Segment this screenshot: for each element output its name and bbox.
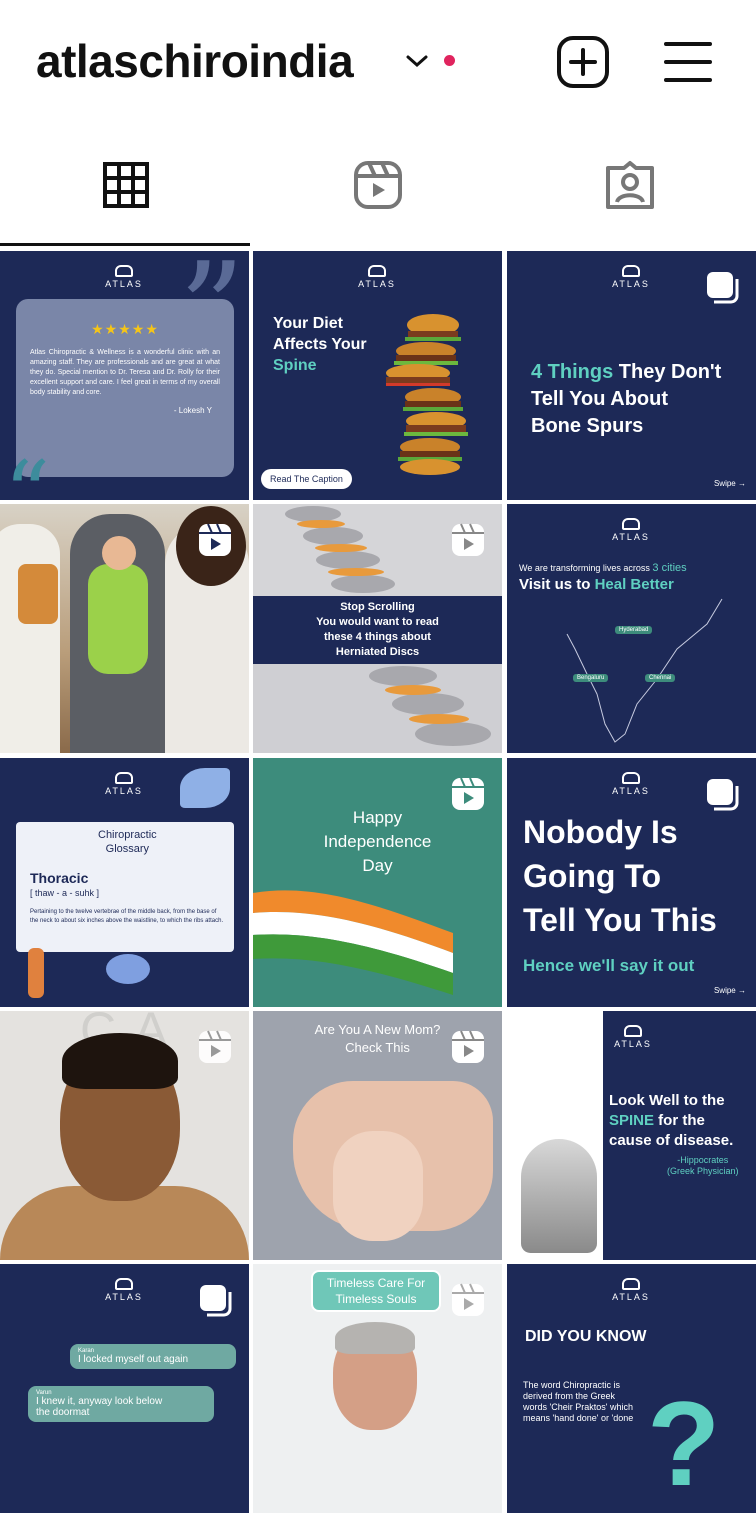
glossary-term: Thoracic (30, 870, 89, 886)
city-bengaluru: Bengaluru (573, 674, 609, 682)
india-map-outline (566, 598, 723, 743)
spine-image-bottom (253, 664, 502, 753)
reel-icon (452, 1283, 484, 1316)
atlas-logo: ATLAS (601, 772, 661, 796)
burger-stack-image (386, 314, 468, 475)
atlas-logo: ATLAS (601, 1278, 661, 1302)
post-bone-spurs[interactable]: ATLAS 4 Things They Don't Tell You About… (507, 251, 756, 500)
review-author: - Lokesh Y (173, 406, 212, 415)
atlas-logo: ATLAS (94, 772, 154, 796)
carousel-icon (707, 272, 739, 304)
tab-posts[interactable] (0, 122, 252, 248)
swipe-hint: Swipe → (713, 986, 746, 995)
question-mark-graphic: ? (647, 1377, 721, 1511)
tiger-shirt-print (18, 564, 58, 624)
city-chennai: Chennai (645, 674, 676, 682)
grid-icon (103, 162, 149, 208)
carousel-icon (707, 779, 739, 811)
notification-dot (444, 55, 455, 66)
post-family-photo[interactable] (0, 504, 249, 753)
bust-statue (521, 1139, 597, 1253)
post-nobody-tells[interactable]: ATLAS Nobody Is Going To Tell You This H… (507, 758, 756, 1007)
post-locked-out[interactable]: ATLAS Karan I locked myself out again Va… (0, 1264, 249, 1513)
person-hair (62, 1033, 178, 1089)
post-headline: DID YOU KNOW (525, 1328, 647, 1345)
leaf-decoration-blue (106, 954, 150, 984)
post-headline: Timeless Care For Timeless Souls (311, 1270, 441, 1312)
post-body: The word Chiropractic is derived from th… (523, 1380, 634, 1423)
post-timeless-care[interactable]: Timeless Care For Timeless Souls (253, 1264, 502, 1513)
open-quote-icon: “ (4, 442, 51, 501)
post-subheadline: Hence we'll say it out (523, 956, 695, 975)
post-did-you-know[interactable]: ATLAS DID YOU KNOW The word Chiropractic… (507, 1264, 756, 1513)
account-username[interactable]: atlaschiroindia (36, 34, 354, 88)
reel-icon (452, 523, 484, 556)
create-post-icon[interactable] (555, 34, 611, 90)
reels-icon (354, 161, 402, 209)
visit-headline: Visit us to Heal Better (519, 576, 674, 593)
atlas-logo: ATLAS (601, 265, 661, 289)
reel-icon (199, 1030, 231, 1063)
chat-bubble-varun: Varun I knew it, anyway look below the d… (28, 1386, 214, 1422)
atlas-logo: ATLAS (94, 265, 154, 289)
baby-face (102, 536, 136, 570)
profile-tabs (0, 122, 756, 248)
baby-hand (333, 1131, 423, 1241)
post-independence-day[interactable]: Happy Independence Day (253, 758, 502, 1007)
glossary-card: Chiropractic Glossary Thoracic [ thaw - … (16, 822, 234, 952)
tab-tagged[interactable] (504, 122, 756, 248)
post-glossary-thoracic[interactable]: ATLAS Chiropractic Glossary Thoracic [ t… (0, 758, 249, 1007)
smiling-man-hair (335, 1322, 415, 1354)
post-headline: Happy Independence Day (323, 808, 432, 875)
atlas-logo: ATLAS (94, 1278, 154, 1302)
atlas-logo: ATLAS (347, 265, 407, 289)
swipe-hint: Swipe → (713, 479, 746, 488)
tagged-icon (606, 161, 654, 209)
glossary-definition: Pertaining to the twelve vertebrae of th… (30, 909, 224, 924)
post-hippocrates[interactable]: ATLAS Look Well to the SPINE for the cau… (507, 1011, 756, 1260)
post-video-testimonial[interactable]: CA (0, 1011, 249, 1260)
reel-icon (452, 1030, 484, 1063)
quote-text: Look Well to the SPINE for the cause of … (609, 1092, 734, 1149)
review-text: Atlas Chiropractic & Wellness is a wonde… (30, 349, 220, 396)
reel-icon (199, 523, 231, 556)
baby (88, 564, 148, 674)
atlas-logo: ATLAS (603, 1025, 663, 1049)
glossary-pronunciation: [ thaw - a - suhk ] (30, 888, 100, 898)
post-review[interactable]: ATLAS ” ★★★★★ Atlas Chiropractic & Welln… (0, 251, 249, 500)
menu-icon[interactable] (660, 34, 716, 90)
profile-header: atlaschiroindia (0, 0, 756, 123)
cities-subtitle: We are transforming lives across 3 citie… (519, 562, 687, 574)
post-new-mom[interactable]: Are You A New Mom? Check This (253, 1011, 502, 1260)
rating-stars: ★★★★★ (91, 321, 159, 337)
read-caption-button[interactable]: Read The Caption (261, 469, 352, 489)
carousel-icon (200, 1285, 232, 1317)
quote-author: -Hippocrates (Greek Physician) (667, 1155, 739, 1176)
post-diet-spine[interactable]: ATLAS Your Diet Affects Your Spine Read … (253, 251, 502, 500)
tricolor-flag-wave (253, 890, 453, 995)
post-headline: Nobody Is Going To Tell You This (523, 814, 717, 938)
person-illustration (28, 948, 44, 998)
glossary-label: Chiropractic Glossary (98, 829, 157, 855)
tab-reels[interactable] (252, 122, 504, 248)
atlas-logo: ATLAS (601, 518, 661, 542)
person-left (0, 524, 60, 753)
post-headline: 4 Things They Don't Tell You About Bone … (531, 361, 722, 437)
chevron-down-icon[interactable] (404, 50, 430, 72)
active-tab-indicator (0, 243, 250, 246)
post-visit-cities[interactable]: ATLAS We are transforming lives across 3… (507, 504, 756, 753)
leaf-decoration (180, 768, 230, 808)
city-hyderabad: Hyderabad (615, 626, 653, 634)
headline-band: Stop Scrolling You would want to read th… (253, 596, 502, 668)
chat-bubble-karan: Karan I locked myself out again (70, 1344, 236, 1369)
post-herniated-discs[interactable]: Stop Scrolling You would want to read th… (253, 504, 502, 753)
post-headline: Your Diet Affects Your Spine (273, 315, 367, 374)
